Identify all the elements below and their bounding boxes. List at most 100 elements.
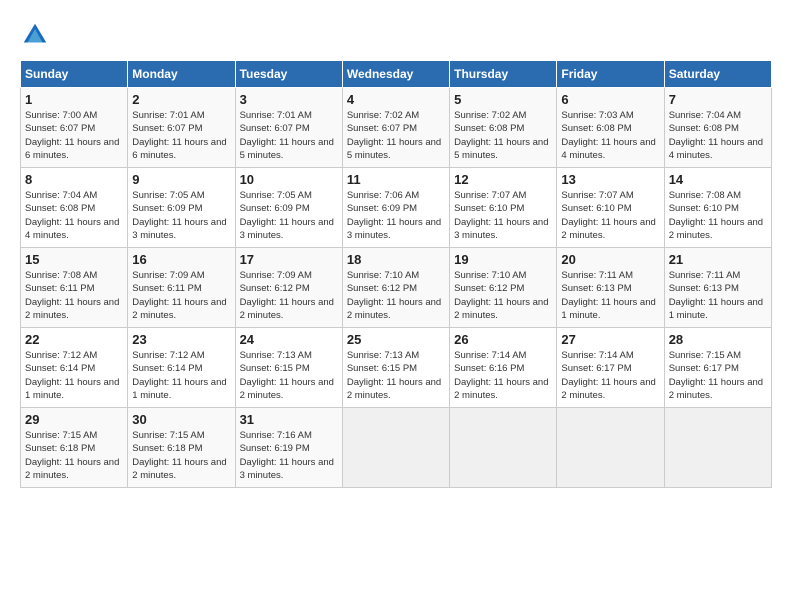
column-header-thursday: Thursday: [450, 61, 557, 88]
calendar-week-3: 15 Sunrise: 7:08 AM Sunset: 6:11 PM Dayli…: [21, 248, 772, 328]
calendar-cell: 23Sunrise: 7:12 AM Sunset: 6:14 PM Dayli…: [128, 328, 235, 408]
day-number: 1: [25, 92, 123, 107]
day-number: 24: [240, 332, 338, 347]
column-header-friday: Friday: [557, 61, 664, 88]
day-number: 3: [240, 92, 338, 107]
day-number: 29: [25, 412, 123, 427]
calendar-cell: 19 Sunrise: 7:10 AM Sunset: 6:12 PM Dayli…: [450, 248, 557, 328]
calendar-week-1: 1 Sunrise: 7:00 AM Sunset: 6:07 PM Daylig…: [21, 88, 772, 168]
day-number: 5: [454, 92, 552, 107]
calendar-cell: [557, 408, 664, 488]
day-number: 21: [669, 252, 767, 267]
day-info: Sunrise: 7:10 AM Sunset: 6:12 PM Dayligh…: [454, 269, 552, 322]
day-info: Sunrise: 7:05 AM Sunset: 6:09 PM Dayligh…: [240, 189, 338, 242]
day-info: Sunrise: 7:13 AM Sunset: 6:15 PM Dayligh…: [240, 349, 338, 402]
day-info: Sunrise: 7:11 AM Sunset: 6:13 PM Dayligh…: [561, 269, 659, 322]
day-info: Sunrise: 7:03 AM Sunset: 6:08 PM Dayligh…: [561, 109, 659, 162]
day-number: 22: [25, 332, 123, 347]
day-info: Sunrise: 7:05 AM Sunset: 6:09 PM Dayligh…: [132, 189, 230, 242]
calendar-cell: 3Sunrise: 7:01 AM Sunset: 6:07 PM Daylig…: [235, 88, 342, 168]
day-number: 16: [132, 252, 230, 267]
calendar-week-2: 8Sunrise: 7:04 AM Sunset: 6:08 PM Daylig…: [21, 168, 772, 248]
day-info: Sunrise: 7:02 AM Sunset: 6:08 PM Dayligh…: [454, 109, 552, 162]
calendar-cell: 4 Sunrise: 7:02 AM Sunset: 6:07 PM Daylig…: [342, 88, 449, 168]
day-number: 13: [561, 172, 659, 187]
logo-icon: [20, 20, 50, 50]
day-number: 19: [454, 252, 552, 267]
day-number: 31: [240, 412, 338, 427]
column-header-wednesday: Wednesday: [342, 61, 449, 88]
calendar-week-4: 22 Sunrise: 7:12 AM Sunset: 6:14 PM Dayli…: [21, 328, 772, 408]
day-info: Sunrise: 7:15 AM Sunset: 6:17 PM Dayligh…: [669, 349, 767, 402]
day-number: 23: [132, 332, 230, 347]
day-number: 27: [561, 332, 659, 347]
calendar-cell: 21 Sunrise: 7:11 AM Sunset: 6:13 PM Dayli…: [664, 248, 771, 328]
calendar-cell: 26 Sunrise: 7:14 AM Sunset: 6:16 PM Dayli…: [450, 328, 557, 408]
calendar-cell: 24 Sunrise: 7:13 AM Sunset: 6:15 PM Dayli…: [235, 328, 342, 408]
day-info: Sunrise: 7:06 AM Sunset: 6:09 PM Dayligh…: [347, 189, 445, 242]
day-info: Sunrise: 7:09 AM Sunset: 6:11 PM Dayligh…: [132, 269, 230, 322]
day-info: Sunrise: 7:08 AM Sunset: 6:11 PM Dayligh…: [25, 269, 123, 322]
calendar-cell: 29 Sunrise: 7:15 AM Sunset: 6:18 PM Dayli…: [21, 408, 128, 488]
day-number: 20: [561, 252, 659, 267]
column-header-tuesday: Tuesday: [235, 61, 342, 88]
day-info: Sunrise: 7:01 AM Sunset: 6:07 PM Dayligh…: [132, 109, 230, 162]
day-info: Sunrise: 7:07 AM Sunset: 6:10 PM Dayligh…: [561, 189, 659, 242]
day-number: 26: [454, 332, 552, 347]
day-number: 30: [132, 412, 230, 427]
day-info: Sunrise: 7:04 AM Sunset: 6:08 PM Dayligh…: [25, 189, 123, 242]
calendar-cell: 7Sunrise: 7:04 AM Sunset: 6:08 PM Daylig…: [664, 88, 771, 168]
calendar-cell: 6 Sunrise: 7:03 AM Sunset: 6:08 PM Daylig…: [557, 88, 664, 168]
day-info: Sunrise: 7:13 AM Sunset: 6:15 PM Dayligh…: [347, 349, 445, 402]
day-number: 9: [132, 172, 230, 187]
day-number: 10: [240, 172, 338, 187]
column-header-saturday: Saturday: [664, 61, 771, 88]
calendar-cell: 14 Sunrise: 7:08 AM Sunset: 6:10 PM Dayli…: [664, 168, 771, 248]
day-number: 12: [454, 172, 552, 187]
calendar-cell: 25 Sunrise: 7:13 AM Sunset: 6:15 PM Dayli…: [342, 328, 449, 408]
calendar-cell: 27 Sunrise: 7:14 AM Sunset: 6:17 PM Dayli…: [557, 328, 664, 408]
calendar-cell: 13 Sunrise: 7:07 AM Sunset: 6:10 PM Dayli…: [557, 168, 664, 248]
calendar-cell: 20 Sunrise: 7:11 AM Sunset: 6:13 PM Dayli…: [557, 248, 664, 328]
day-number: 6: [561, 92, 659, 107]
day-number: 18: [347, 252, 445, 267]
day-info: Sunrise: 7:08 AM Sunset: 6:10 PM Dayligh…: [669, 189, 767, 242]
page-header: [20, 20, 772, 50]
calendar-cell: 22 Sunrise: 7:12 AM Sunset: 6:14 PM Dayli…: [21, 328, 128, 408]
calendar-cell: [342, 408, 449, 488]
calendar-cell: 17Sunrise: 7:09 AM Sunset: 6:12 PM Dayli…: [235, 248, 342, 328]
day-number: 25: [347, 332, 445, 347]
day-info: Sunrise: 7:04 AM Sunset: 6:08 PM Dayligh…: [669, 109, 767, 162]
calendar-cell: 5 Sunrise: 7:02 AM Sunset: 6:08 PM Daylig…: [450, 88, 557, 168]
day-info: Sunrise: 7:07 AM Sunset: 6:10 PM Dayligh…: [454, 189, 552, 242]
day-info: Sunrise: 7:14 AM Sunset: 6:17 PM Dayligh…: [561, 349, 659, 402]
day-info: Sunrise: 7:15 AM Sunset: 6:18 PM Dayligh…: [132, 429, 230, 482]
day-info: Sunrise: 7:09 AM Sunset: 6:12 PM Dayligh…: [240, 269, 338, 322]
calendar-cell: 16 Sunrise: 7:09 AM Sunset: 6:11 PM Dayli…: [128, 248, 235, 328]
calendar-cell: 30 Sunrise: 7:15 AM Sunset: 6:18 PM Dayli…: [128, 408, 235, 488]
calendar-week-5: 29 Sunrise: 7:15 AM Sunset: 6:18 PM Dayli…: [21, 408, 772, 488]
calendar-cell: 10 Sunrise: 7:05 AM Sunset: 6:09 PM Dayli…: [235, 168, 342, 248]
calendar-cell: 8Sunrise: 7:04 AM Sunset: 6:08 PM Daylig…: [21, 168, 128, 248]
calendar-cell: [450, 408, 557, 488]
calendar-cell: 18 Sunrise: 7:10 AM Sunset: 6:12 PM Dayli…: [342, 248, 449, 328]
day-number: 2: [132, 92, 230, 107]
calendar-cell: 2 Sunrise: 7:01 AM Sunset: 6:07 PM Daylig…: [128, 88, 235, 168]
day-info: Sunrise: 7:12 AM Sunset: 6:14 PM Dayligh…: [25, 349, 123, 402]
calendar-cell: 28Sunrise: 7:15 AM Sunset: 6:17 PM Dayli…: [664, 328, 771, 408]
column-header-monday: Monday: [128, 61, 235, 88]
day-number: 4: [347, 92, 445, 107]
day-info: Sunrise: 7:15 AM Sunset: 6:18 PM Dayligh…: [25, 429, 123, 482]
day-info: Sunrise: 7:11 AM Sunset: 6:13 PM Dayligh…: [669, 269, 767, 322]
day-info: Sunrise: 7:14 AM Sunset: 6:16 PM Dayligh…: [454, 349, 552, 402]
day-info: Sunrise: 7:02 AM Sunset: 6:07 PM Dayligh…: [347, 109, 445, 162]
day-number: 14: [669, 172, 767, 187]
calendar-header-row: SundayMondayTuesdayWednesdayThursdayFrid…: [21, 61, 772, 88]
calendar-cell: [664, 408, 771, 488]
day-number: 15: [25, 252, 123, 267]
day-info: Sunrise: 7:00 AM Sunset: 6:07 PM Dayligh…: [25, 109, 123, 162]
day-info: Sunrise: 7:10 AM Sunset: 6:12 PM Dayligh…: [347, 269, 445, 322]
calendar-cell: 1 Sunrise: 7:00 AM Sunset: 6:07 PM Daylig…: [21, 88, 128, 168]
calendar-cell: 11Sunrise: 7:06 AM Sunset: 6:09 PM Dayli…: [342, 168, 449, 248]
day-info: Sunrise: 7:16 AM Sunset: 6:19 PM Dayligh…: [240, 429, 338, 482]
